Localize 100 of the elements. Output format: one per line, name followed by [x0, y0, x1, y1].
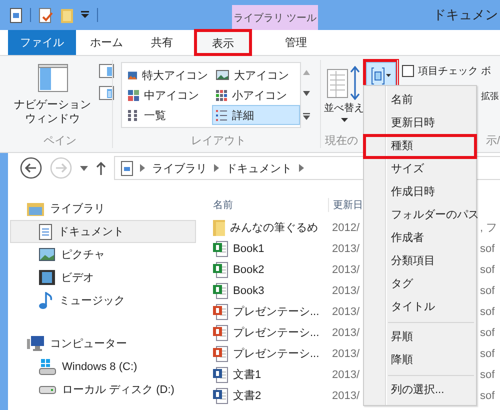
- group-label: ペイン: [42, 134, 78, 149]
- file-name[interactable]: 文書2: [213, 388, 328, 404]
- spreadsheet-file-icon: [213, 240, 228, 256]
- list-icon: [128, 110, 139, 120]
- table-cell-text: , フ: [480, 221, 498, 235]
- up-arrow-icon[interactable]: [96, 161, 106, 175]
- table-cell: sof: [480, 306, 495, 318]
- table-cell: sof: [480, 368, 495, 380]
- ribbon-tab[interactable]: 管理: [253, 30, 339, 55]
- presentation-file-icon: [213, 304, 228, 320]
- image-icon: [216, 70, 229, 80]
- chevron-icon[interactable]: [299, 164, 304, 172]
- presentation-file-icon: [213, 346, 228, 362]
- ribbon-tab[interactable]: ファイル: [8, 30, 76, 55]
- file-name[interactable]: Book2: [213, 262, 328, 278]
- menu-item[interactable]: サイズ: [364, 158, 476, 181]
- music-note-icon: [39, 292, 53, 309]
- caret-icon[interactable]: [80, 166, 88, 170]
- chevron-icon[interactable]: [140, 164, 145, 172]
- menu-item[interactable]: タグ: [364, 273, 476, 296]
- picture-icon: [39, 248, 55, 261]
- nav-item[interactable]: ローカル ディスク (D:): [10, 378, 196, 401]
- group-label: レイアウト: [190, 134, 247, 149]
- layout-option[interactable]: 一覧: [124, 105, 212, 125]
- menu-item[interactable]: 作成日時: [364, 181, 476, 204]
- layout-option[interactable]: 中アイコン: [124, 85, 212, 105]
- details-list-icon: [216, 110, 227, 120]
- date-cell-text: 2013/: [331, 390, 361, 402]
- preview-pane-icon[interactable]: [99, 64, 114, 78]
- menu-item[interactable]: フォルダーのパス: [364, 204, 476, 227]
- menu-item[interactable]: 降順: [364, 349, 476, 372]
- document-file-icon: [213, 366, 228, 382]
- grid-icon: [216, 90, 227, 100]
- column-header[interactable]: 名前: [213, 198, 328, 212]
- nav-item[interactable]: コンピューター: [10, 332, 196, 355]
- image-icon: [128, 70, 137, 80]
- table-cell: sof: [480, 264, 495, 276]
- chevron-icon[interactable]: [214, 164, 219, 172]
- date-cell-text: 2013/: [331, 348, 361, 360]
- date-cell-text: 2012/: [331, 222, 361, 234]
- document-icon[interactable]: [10, 8, 22, 22]
- back-icon[interactable]: [20, 157, 42, 179]
- nav-item[interactable]: ミュージック: [10, 289, 196, 312]
- table-cell: sof: [480, 326, 495, 338]
- nav-item[interactable]: ピクチャ: [10, 243, 196, 266]
- layout-option[interactable]: 特大アイコン: [124, 65, 212, 85]
- document-check-icon[interactable]: [39, 8, 53, 22]
- ribbon-tab[interactable]: ホーム: [76, 30, 137, 55]
- file-name[interactable]: Book3: [213, 282, 328, 298]
- windows-drive-icon: [39, 358, 56, 374]
- menu-item[interactable]: 種類: [364, 135, 476, 158]
- scroll-down-icon[interactable]: [302, 91, 310, 96]
- table-cell: sof: [480, 242, 495, 254]
- details-pane-icon[interactable]: [99, 86, 114, 100]
- nav-item[interactable]: Windows 8 (C:): [10, 355, 196, 378]
- sort-icon: [327, 66, 361, 100]
- menu-item[interactable]: 名前: [364, 89, 476, 112]
- menu-item[interactable]: 更新日時: [364, 112, 476, 135]
- ribbon-tab[interactable]: 共有: [137, 30, 187, 55]
- file-name[interactable]: プレゼンテーシ...: [213, 304, 328, 320]
- window-title: ドキュメン: [433, 6, 499, 24]
- layout-option[interactable]: 大アイコン: [212, 65, 300, 85]
- menu-item[interactable]: 列の選択...: [364, 379, 476, 402]
- drive-icon: [39, 386, 56, 394]
- extension-option[interactable]: 拡張: [481, 90, 499, 103]
- item-checkbox[interactable]: 項目チェック ボ: [402, 64, 500, 78]
- file-name[interactable]: プレゼンテーシ...: [213, 324, 328, 340]
- film-icon: [39, 270, 55, 285]
- date-cell-text: 2013/: [331, 326, 361, 338]
- presentation-file-icon: [213, 324, 228, 340]
- expand-gallery-icon[interactable]: [302, 112, 310, 120]
- date-cell-text: 2013/: [331, 306, 361, 318]
- menu-item[interactable]: 昇順: [364, 326, 476, 349]
- file-name[interactable]: Book1: [213, 240, 328, 256]
- layout-option[interactable]: 詳細: [212, 105, 300, 125]
- table-cell: sof: [480, 348, 495, 360]
- document-icon: [121, 160, 133, 176]
- nav-item[interactable]: ライブラリ: [10, 197, 196, 220]
- ribbon-tab[interactable]: 表示: [195, 30, 251, 55]
- nav-item[interactable]: ドキュメント: [10, 220, 196, 243]
- date-cell-text: 2013/: [331, 284, 361, 296]
- menu-item[interactable]: 作成者: [364, 227, 476, 250]
- navigation-pane-button[interactable]: ナビゲーション ウィンドウ: [12, 60, 93, 134]
- layout-option[interactable]: 小アイコン: [212, 85, 300, 105]
- menu-item[interactable]: 分類項目: [364, 250, 476, 273]
- file-name[interactable]: プレゼンテーシ...: [213, 346, 328, 362]
- library-folder-icon: [27, 202, 44, 216]
- table-cell: sof: [480, 390, 495, 402]
- folder-icon: [213, 220, 225, 236]
- grid-icon: [128, 90, 139, 100]
- breadcrumb[interactable]: ライブラリ: [152, 160, 207, 176]
- sort-button[interactable]: 並べ替え: [323, 60, 365, 134]
- computer-icon: [27, 336, 44, 351]
- dropdown-icon[interactable]: [81, 11, 89, 19]
- date-cell-text: 2013/: [331, 242, 361, 254]
- menu-item[interactable]: タイトル: [364, 296, 476, 319]
- nav-item[interactable]: ビデオ: [10, 266, 196, 289]
- file-name[interactable]: 文書1: [213, 366, 328, 382]
- file-name[interactable]: みんなの筆ぐるめ: [213, 220, 328, 236]
- breadcrumb[interactable]: ドキュメント: [226, 160, 292, 176]
